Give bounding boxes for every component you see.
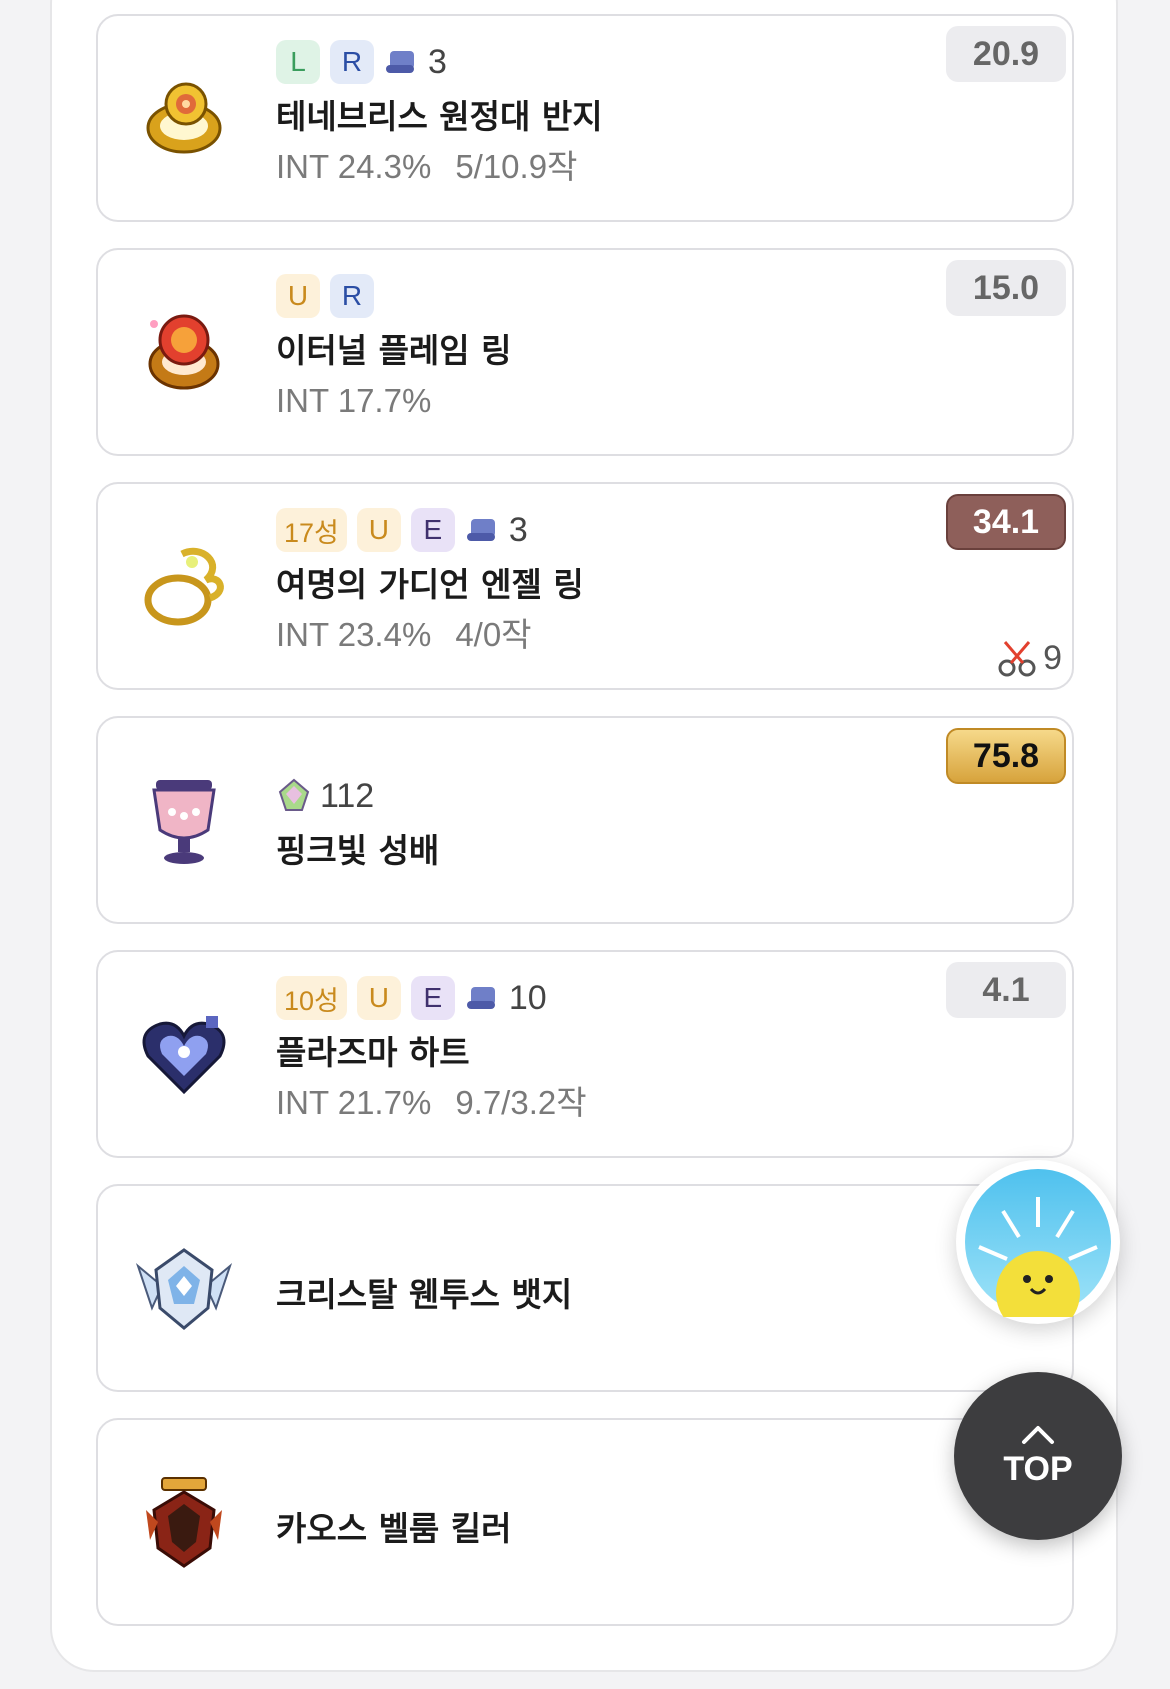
- item-stat: INT 23.4%: [276, 616, 432, 653]
- tag-epic-additional: E: [410, 508, 455, 552]
- item-name: 핑크빛 성배: [276, 831, 440, 870]
- starforce-badge: 10성: [276, 976, 347, 1020]
- gem-count: 112: [320, 776, 375, 815]
- tag-legendary-potential: L: [276, 40, 320, 84]
- tag-rare-additional: R: [330, 40, 374, 84]
- scroll-icon: [466, 519, 495, 541]
- plasma-heart-icon: [132, 1002, 236, 1106]
- gem-icon: [278, 778, 310, 811]
- medal-icon: [132, 1470, 236, 1574]
- tag-unique-potential: U: [276, 274, 320, 318]
- sun-character-icon: [965, 1169, 1111, 1317]
- equipment-card[interactable]: 112 핑크빛 성배 75.8: [96, 716, 1074, 924]
- starforce-badge: 17성: [276, 508, 347, 552]
- equipment-card[interactable]: 크리스탈 웬투스 뱃지: [96, 1184, 1074, 1392]
- equipment-card[interactable]: 17성 U E 3 여명의 가디언 엔젤 링 INT 23.4% 4/0작 34.…: [96, 482, 1074, 690]
- cut-count: 9: [1043, 638, 1062, 677]
- item-stat: INT 17.7%: [276, 382, 432, 419]
- scroll-count: 3: [428, 42, 447, 81]
- scroll-icon: [466, 987, 495, 1009]
- equipment-card[interactable]: 10성 U E 10 플라즈마 하트 INT 21.7% 9.7/3.2작 4.1: [96, 950, 1074, 1158]
- pink-chalice-icon: [132, 768, 236, 872]
- score-badge: 75.8: [946, 728, 1066, 784]
- item-upgrade: 9.7/3.2작: [455, 1084, 587, 1121]
- item-upgrade: 5/10.9작: [455, 148, 578, 185]
- score-badge: 15.0: [946, 260, 1066, 316]
- tag-unique-potential: U: [356, 508, 401, 552]
- helper-button[interactable]: [956, 1160, 1120, 1324]
- item-name: 크리스탈 웬투스 뱃지: [276, 1275, 573, 1314]
- item-name: 여명의 가디언 엔젤 링: [276, 565, 584, 604]
- crystal-badge-icon: [132, 1236, 236, 1340]
- flame-ring-icon: [132, 300, 236, 404]
- item-stat: INT 21.7%: [276, 1084, 432, 1121]
- equipment-card[interactable]: L R 3 테네브리스 원정대 반지 INT 24.3% 5/10.9작 20.9: [96, 14, 1074, 222]
- scroll-count: 3: [508, 510, 528, 549]
- tag-epic-additional: E: [410, 976, 455, 1020]
- score-badge: 20.9: [946, 26, 1066, 82]
- tag-rare-additional: R: [330, 274, 374, 318]
- equipment-card[interactable]: 카오스 벨룸 킬러: [96, 1418, 1074, 1626]
- score-badge: 34.1: [946, 494, 1066, 550]
- item-name: 이터널 플레임 링: [276, 331, 512, 370]
- scroll-top-button[interactable]: TOP: [954, 1372, 1122, 1540]
- scroll-icon: [386, 51, 414, 73]
- angel-ring-icon: [132, 534, 236, 638]
- equipment-card[interactable]: U R 이터널 플레임 링 INT 17.7% 15.0: [96, 248, 1074, 456]
- item-name: 테네브리스 원정대 반지: [276, 97, 603, 136]
- item-stat: INT 24.3%: [276, 148, 432, 185]
- chevron-up-icon: [1022, 1425, 1054, 1444]
- item-upgrade: 4/0작: [455, 616, 532, 653]
- score-badge: 4.1: [946, 962, 1066, 1018]
- scroll-count: 10: [508, 978, 547, 1017]
- item-name: 플라즈마 하트: [276, 1033, 470, 1072]
- ring-gold-icon: [132, 66, 236, 170]
- top-label: TOP: [1003, 1449, 1073, 1488]
- item-name: 카오스 벨룸 킬러: [276, 1509, 512, 1548]
- tag-unique-potential: U: [356, 976, 401, 1020]
- scissors-icon: [998, 641, 1036, 677]
